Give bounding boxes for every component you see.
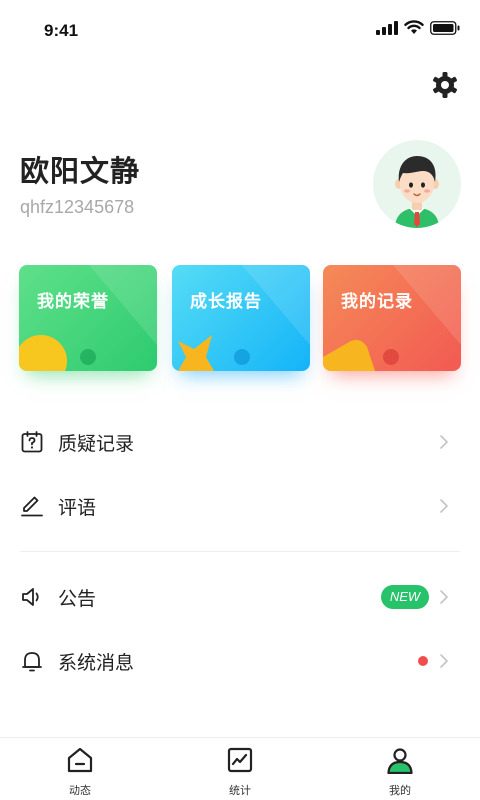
chevron-right-icon	[440, 654, 448, 668]
menu-label: 系统消息	[58, 652, 135, 674]
bell-icon	[22, 652, 42, 672]
divider	[20, 551, 460, 552]
card-my-honors[interactable]: 我的荣誉	[19, 265, 157, 371]
card-growth-report[interactable]: 成长报告	[172, 265, 310, 371]
card-decoration	[178, 265, 310, 371]
card-decoration	[323, 265, 461, 371]
menu-item-system-messages[interactable]: 系统消息	[0, 633, 480, 689]
person-icon	[387, 748, 413, 774]
avatar[interactable]	[373, 140, 461, 228]
tab-mine[interactable]: 我的	[320, 738, 480, 800]
chevron-right-icon	[440, 590, 448, 604]
menu-label: 公告	[58, 588, 97, 610]
wifi-icon	[404, 20, 424, 34]
card-decoration	[19, 265, 157, 371]
tab-label: 动态	[69, 784, 91, 797]
unread-dot	[418, 656, 428, 666]
card-label: 成长报告	[190, 292, 262, 312]
signal-icon	[376, 20, 398, 35]
home-icon	[67, 747, 93, 773]
card-my-records[interactable]: 我的记录	[323, 265, 461, 371]
menu-label: 质疑记录	[58, 433, 135, 455]
new-badge: NEW	[381, 585, 429, 609]
question-calendar-icon	[21, 431, 43, 453]
chevron-right-icon	[440, 499, 448, 513]
menu-item-question-records[interactable]: 质疑记录	[0, 414, 480, 470]
boy-avatar-icon	[395, 156, 439, 228]
status-bar: 9:41	[0, 0, 480, 60]
pen-icon	[21, 496, 43, 517]
settings-button[interactable]	[430, 70, 460, 100]
user-account: qhfz12345678	[20, 197, 135, 217]
tab-label: 我的	[389, 784, 411, 797]
card-label: 我的记录	[341, 292, 413, 312]
tab-bar: 动态 统计 我的	[0, 737, 480, 800]
tab-label: 统计	[229, 784, 251, 797]
menu-item-comments[interactable]: 评语	[0, 478, 480, 534]
card-label: 我的荣誉	[37, 292, 109, 312]
tab-activity[interactable]: 动态	[0, 738, 160, 800]
menu-label: 评语	[58, 497, 97, 519]
status-icons	[376, 20, 460, 35]
speaker-icon	[22, 588, 39, 606]
chart-icon	[227, 747, 253, 773]
user-name: 欧阳文静	[20, 154, 141, 188]
battery-icon	[430, 20, 460, 35]
tab-statistics[interactable]: 统计	[160, 738, 320, 800]
chevron-right-icon	[440, 435, 448, 449]
gear-icon	[433, 72, 457, 98]
status-time: 9:41	[44, 21, 79, 40]
menu-item-announcements[interactable]: 公告 NEW	[0, 569, 480, 625]
